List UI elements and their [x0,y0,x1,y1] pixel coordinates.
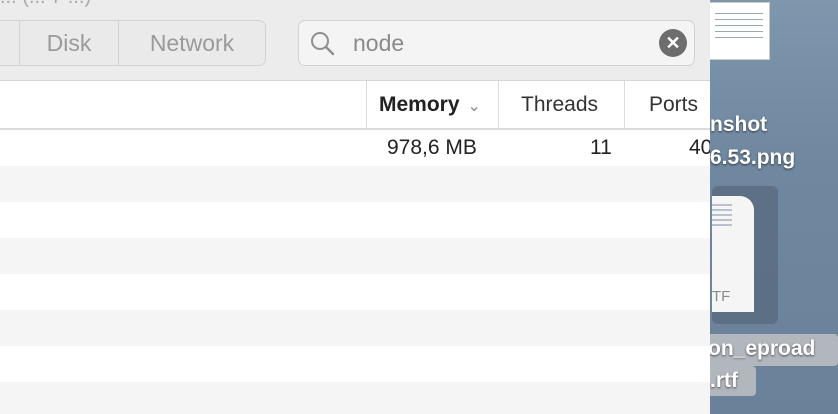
chevron-down-icon: ⌄ [467,98,481,115]
ports-cell: 40 [689,136,710,159]
table-header: Memory ⌄ Threads Ports [0,81,710,130]
table-row [0,274,710,310]
toolbar: ... (... 7 ...) Disk Network ✕ [0,0,710,81]
column-header-memory-label: Memory [379,93,460,116]
column-header-memory[interactable]: Memory ⌄ [366,81,498,128]
search-field[interactable]: ✕ [298,20,695,66]
tab-disk[interactable]: Disk [20,21,119,65]
table-row [0,166,710,202]
tab-network[interactable]: Network [119,21,265,65]
table-row [0,310,710,346]
table-row[interactable]: 978,6 MB 11 40 [0,130,710,166]
threads-cell: 11 [590,136,612,159]
column-header-threads[interactable]: Threads [498,81,624,128]
table-row [0,238,710,274]
window-title: ... (... 7 ...) [0,0,91,9]
desktop-file-label-line2[interactable]: 6.53.png [710,146,795,170]
tab-energy[interactable] [0,21,20,65]
table-row [0,202,710,238]
rtf-file-label-line1[interactable]: on_eproad [708,337,815,361]
column-header-ports-label: Ports [649,93,699,116]
rtf-document-icon[interactable]: TF [712,196,754,312]
column-header-threads-label: Threads [521,93,599,116]
rtf-file-label-line2[interactable]: .rtf [710,369,738,393]
document-extension-label: TF [712,288,731,305]
table-row [0,346,710,382]
search-input[interactable] [351,27,645,59]
screenshot-file-icon[interactable] [708,2,770,60]
process-table: 978,6 MB 11 40 [0,130,710,414]
search-icon [311,32,335,56]
desktop-file-label-line1[interactable]: nshot [710,113,767,137]
memory-cell: 978,6 MB [387,136,477,159]
clear-search-icon[interactable]: ✕ [659,29,687,57]
table-row [0,382,710,414]
activity-monitor-window: ... (... 7 ...) Disk Network ✕ Memory ⌄ T… [0,0,710,414]
category-segmented-control: Disk Network [0,20,266,66]
column-header-ports[interactable]: Ports [624,81,710,128]
